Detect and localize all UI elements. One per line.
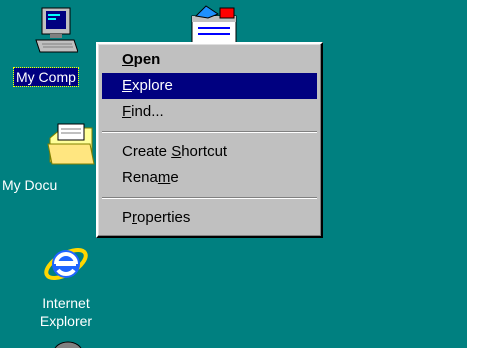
menu-item-rename[interactable]: Rename (102, 165, 317, 191)
menu-item-create-shortcut-text-pre: Create (122, 143, 172, 160)
menu-item-find-text-post: ind... (131, 103, 164, 120)
menu-item-find[interactable]: Find... (102, 99, 317, 125)
menu-item-open-text-post: pen (133, 51, 161, 68)
internet-explorer-icon (44, 248, 88, 280)
internet-explorer-label: Internet Explorer (36, 294, 96, 330)
inbox-desktop-icon[interactable] (186, 4, 246, 46)
context-menu[interactable]: Open Explore Find... Create Shortcut Ren… (96, 42, 323, 238)
internet-explorer-label-line2: Explorer (39, 313, 93, 329)
menu-item-rename-text-pre: Rena (122, 169, 158, 186)
my-computer-desktop-icon[interactable]: My Comp (13, 6, 98, 87)
menu-item-explore-text-post: xplore (132, 77, 173, 94)
my-computer-label: My Comp (13, 67, 79, 87)
recycle-bin-icon (54, 341, 82, 348)
menu-item-rename-text-post: e (170, 169, 179, 186)
inbox-icon (191, 5, 237, 45)
menu-item-properties[interactable]: Properties (102, 205, 317, 231)
menu-item-create-shortcut-mnemonic: S (171, 143, 182, 160)
menu-item-create-shortcut-text-post: hortcut (181, 143, 228, 160)
internet-explorer-label-line1: Internet (42, 295, 90, 311)
menu-item-properties-text-pre: P (122, 209, 133, 226)
computer-icon (35, 7, 78, 53)
internet-explorer-desktop-icon[interactable]: Internet Explorer (36, 240, 96, 330)
my-documents-desktop-icon[interactable]: My Docu (0, 120, 100, 193)
recycle-bin-desktop-icon[interactable] (48, 340, 88, 348)
menu-item-explore-mnemonic: E (122, 77, 133, 94)
menu-item-explore[interactable]: Explore (102, 73, 317, 99)
folder-icon (47, 123, 95, 165)
menu-item-properties-text-post: operties (137, 209, 191, 226)
menu-item-open[interactable]: Open (102, 47, 317, 73)
menu-item-create-shortcut[interactable]: Create Shortcut (102, 139, 317, 165)
menu-item-rename-mnemonic: m (157, 169, 171, 186)
menu-item-open-mnemonic: O (122, 51, 134, 68)
menu-separator (102, 131, 317, 133)
menu-separator (102, 197, 317, 199)
my-documents-label: My Docu (2, 177, 58, 193)
desktop[interactable]: My Comp My Docu Internet Explorer Open E… (0, 0, 467, 348)
menu-item-find-mnemonic: F (122, 103, 132, 120)
